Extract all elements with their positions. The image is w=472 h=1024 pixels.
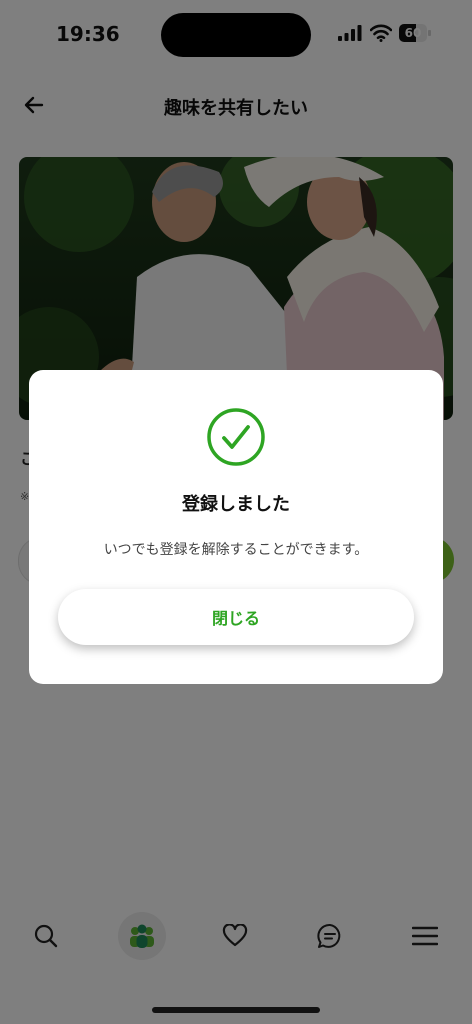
check-circle-icon	[207, 408, 265, 466]
registration-complete-dialog: 登録しました いつでも登録を解除することができます。 閉じる	[29, 370, 443, 684]
dialog-message: いつでも登録を解除することができます。	[103, 542, 369, 558]
close-button[interactable]: 閉じる	[58, 589, 414, 645]
home-indicator	[152, 1007, 320, 1013]
dialog-title: 登録しました	[182, 494, 290, 515]
